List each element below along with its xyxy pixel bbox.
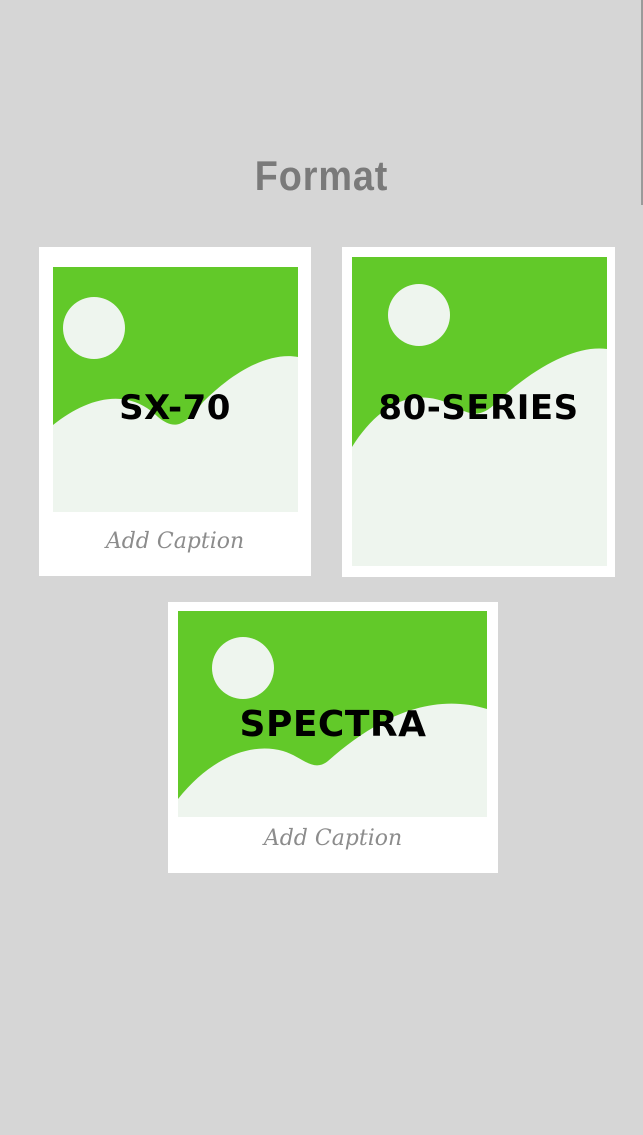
add-caption-text[interactable]: Add Caption (168, 826, 498, 851)
add-caption-text[interactable]: Add Caption (39, 529, 311, 554)
format-card-sx70[interactable]: SX-70 Add Caption (39, 247, 311, 576)
format-label: 80-SERIES (378, 388, 579, 428)
format-card-80-series[interactable]: 80-SERIES (342, 247, 615, 577)
page-title: Format (254, 152, 389, 199)
format-label: SPECTRA (239, 704, 427, 745)
format-card-spectra[interactable]: SPECTRA Add Caption (168, 602, 498, 873)
format-label: SX-70 (119, 388, 231, 428)
